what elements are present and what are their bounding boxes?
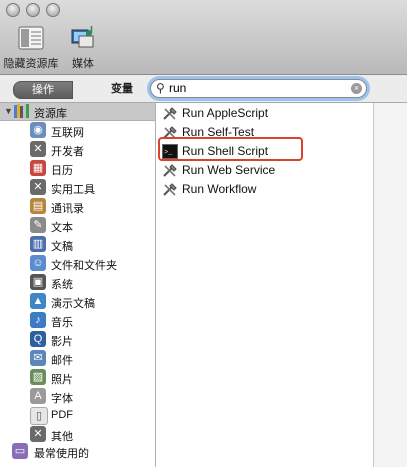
media-icon <box>69 24 97 52</box>
hide-library-button[interactable]: 隐藏资源库 <box>3 24 59 71</box>
search-icon: ⚲ <box>156 81 165 95</box>
sidebar-item-label: 文件和文件夹 <box>51 260 117 272</box>
sidebar-item-address-book[interactable]: ▤ 通讯录 <box>0 197 155 216</box>
sidebar-item-globe[interactable]: ◉ 互联网 <box>0 121 155 140</box>
disclosure-triangle-icon[interactable]: ▼ <box>4 106 13 116</box>
variables-tab[interactable]: 变量 <box>91 81 153 97</box>
applescript-icon <box>162 106 178 121</box>
result-item-run-applescript[interactable]: Run AppleScript <box>156 104 373 123</box>
close-window-button[interactable] <box>6 3 20 17</box>
sidebar-item-label: 实用工具 <box>51 184 95 196</box>
finder-icon: ☺ <box>30 255 46 271</box>
filter-bar: 操作 变量 ⚲ × <box>0 75 407 103</box>
sidebar-item-document[interactable]: ▥ 文稿 <box>0 235 155 254</box>
sidebar-item-utilities[interactable]: ✕ 实用工具 <box>0 178 155 197</box>
mail-icon: ✉ <box>30 350 46 366</box>
sidebar-item-label: 日历 <box>51 165 73 177</box>
sidebar-item-label: 系统 <box>51 279 73 291</box>
search-field[interactable]: ⚲ × <box>150 79 367 98</box>
sidebar-item-label: 演示文稿 <box>51 298 95 310</box>
pdf-icon: ▯ <box>30 407 48 425</box>
sidebar-item-presentation[interactable]: ▲ 演示文稿 <box>0 292 155 311</box>
sidebar-item-label: 文本 <box>51 222 73 234</box>
sidebar-item-photo[interactable]: ▨ 照片 <box>0 368 155 387</box>
tools-icon: ✕ <box>30 141 46 157</box>
sidebar-item-text[interactable]: ✎ 文本 <box>0 216 155 235</box>
result-item-label: Run AppleScript <box>182 106 269 120</box>
zoom-window-button[interactable] <box>46 3 60 17</box>
media-label: 媒体 <box>72 58 94 70</box>
sidebar-item-movie[interactable]: Q 影片 <box>0 330 155 349</box>
sidebar-item-label: 音乐 <box>51 317 73 329</box>
sidebar-item-finder[interactable]: ☺ 文件和文件夹 <box>0 254 155 273</box>
clear-search-icon[interactable]: × <box>351 83 362 94</box>
library-panel-icon <box>17 24 45 52</box>
library-root-item[interactable]: ▼ 资源库 <box>0 103 155 121</box>
globe-icon: ◉ <box>30 122 46 138</box>
text-icon: ✎ <box>30 217 46 233</box>
sidebar-item-label: 文稿 <box>51 241 73 253</box>
window-controls <box>6 3 60 17</box>
sidebar-item-label: 照片 <box>51 374 73 386</box>
sidebar-item-label: 邮件 <box>51 355 73 367</box>
sidebar-item-system[interactable]: ▣ 系统 <box>0 273 155 292</box>
font-icon: A <box>30 388 46 404</box>
hide-library-label: 隐藏资源库 <box>3 58 59 70</box>
other-icon: ✕ <box>30 426 46 442</box>
sidebar-item-label: 通讯录 <box>51 203 84 215</box>
toolbar: 隐藏资源库 媒体 <box>0 0 407 75</box>
library-books-icon <box>14 104 30 118</box>
library-root-label: 资源库 <box>34 108 67 120</box>
photo-icon: ▨ <box>30 369 46 385</box>
automator-window: 隐藏资源库 媒体 操作 变量 ⚲ × <box>0 0 407 467</box>
music-icon: ♪ <box>30 312 46 328</box>
library-sidebar: ▼ 资源库 ◉ 互联网 ✕ 开发者 ▦ 日历 ✕ 实用工具 ▤ 通讯录 ✎ 文本 ▥ 文稿 ☺ 文件和文件夹 ▣… <box>0 103 156 467</box>
calendar-icon: ▦ <box>30 160 46 176</box>
sidebar-item-mail[interactable]: ✉ 邮件 <box>0 349 155 368</box>
sidebar-item-pdf[interactable]: ▯ PDF <box>0 406 155 425</box>
sidebar-item-label: 最常使用的 <box>34 448 89 460</box>
library-segmented-control: 操作 变量 <box>13 81 153 99</box>
result-item-label: Run Web Service <box>182 163 276 177</box>
folder-icon: ▭ <box>12 443 28 459</box>
sidebar-item-label: 字体 <box>51 393 73 405</box>
description-pane <box>373 103 407 467</box>
workflow-icon <box>162 182 178 197</box>
sidebar-item-most-used[interactable]: ▭ 最常使用的 <box>0 442 155 461</box>
sidebar-item-label: PDF <box>51 409 73 421</box>
sidebar-item-label: 互联网 <box>51 127 84 139</box>
movie-icon: Q <box>30 331 46 347</box>
actions-tab[interactable]: 操作 <box>13 81 73 99</box>
sidebar-item-calendar[interactable]: ▦ 日历 <box>0 159 155 178</box>
sidebar-item-label: 影片 <box>51 336 73 348</box>
sidebar-item-tools[interactable]: ✕ 开发者 <box>0 140 155 159</box>
result-item-label: Run Workflow <box>182 182 257 196</box>
sidebar-item-font[interactable]: A 字体 <box>0 387 155 406</box>
web-service-icon <box>162 163 178 178</box>
result-item-run-workflow[interactable]: Run Workflow <box>156 180 373 199</box>
highlight-box <box>158 137 303 161</box>
results-list: Run AppleScript Run Self-Test >_ Run Shell … <box>156 103 373 467</box>
search-input[interactable] <box>169 80 339 96</box>
document-icon: ▥ <box>30 236 46 252</box>
result-item-run-web-service[interactable]: Run Web Service <box>156 161 373 180</box>
address-book-icon: ▤ <box>30 198 46 214</box>
sidebar-item-music[interactable]: ♪ 音乐 <box>0 311 155 330</box>
media-button[interactable]: 媒体 <box>66 24 100 71</box>
sidebar-item-label: 开发者 <box>51 146 84 158</box>
minimize-window-button[interactable] <box>26 3 40 17</box>
system-icon: ▣ <box>30 274 46 290</box>
utilities-icon: ✕ <box>30 179 46 195</box>
presentation-icon: ▲ <box>30 293 46 309</box>
